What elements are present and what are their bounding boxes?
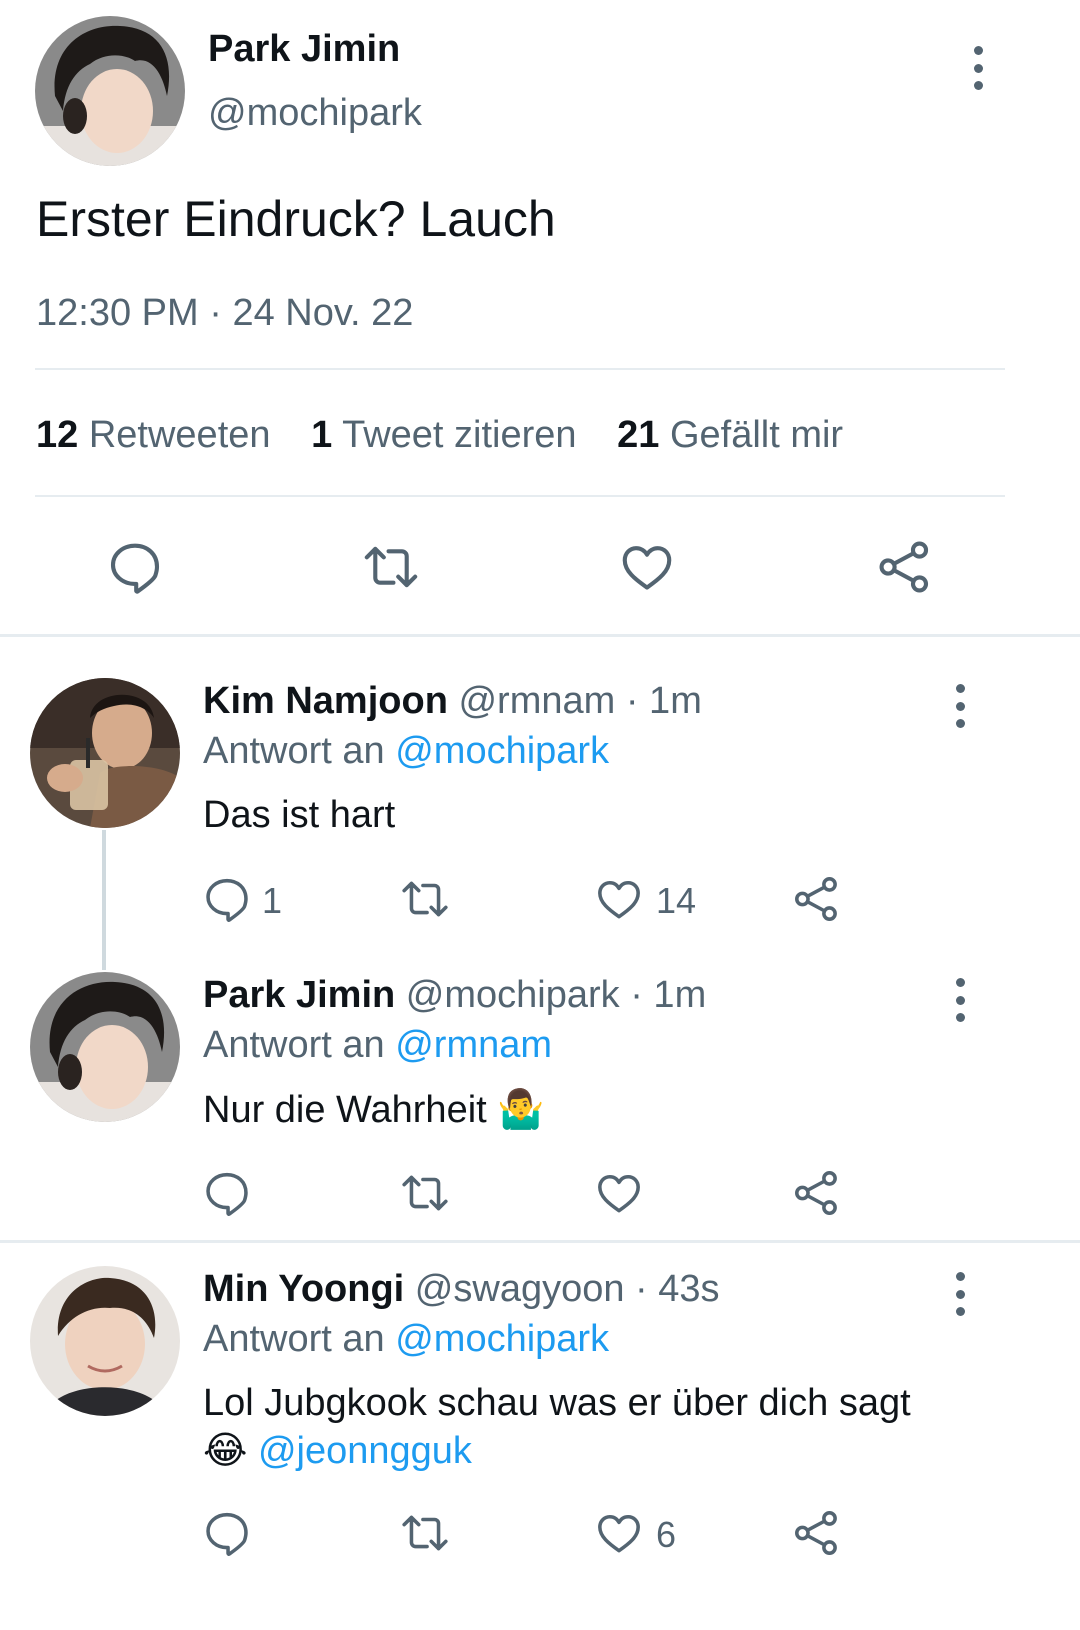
tweet-timestamp: 12:30 PM · 24 Nov. 22 — [36, 292, 413, 335]
like-icon[interactable] — [594, 1508, 644, 1558]
reply-time: · 1m — [630, 974, 707, 1016]
reply-count: 1 — [262, 880, 283, 921]
like-icon[interactable] — [594, 1168, 644, 1218]
author-handle[interactable]: @swagyoon — [415, 1268, 625, 1310]
reply-to-link[interactable]: @rmnam — [395, 1024, 552, 1066]
reply-time: · 43s — [635, 1268, 720, 1310]
more-options-icon[interactable] — [968, 46, 988, 90]
reply-text: Das ist hart — [203, 794, 396, 836]
quotes-stat[interactable]: 1 Tweet zitieren — [311, 414, 587, 456]
divider — [35, 495, 1005, 497]
divider — [0, 634, 1080, 637]
retweet-icon[interactable] — [400, 1168, 450, 1218]
mention-link[interactable]: @jeonngguk — [258, 1430, 472, 1472]
author-name[interactable]: Park Jimin — [203, 974, 395, 1016]
author-name[interactable]: Kim Namjoon — [203, 680, 448, 722]
likes-label: Gefällt mir — [669, 414, 844, 456]
retweets-stat[interactable]: 12 Retweeten — [36, 414, 281, 456]
retweet-icon[interactable] — [400, 874, 450, 924]
tweet-text: Erster Eindruck? Lauch — [36, 191, 556, 247]
avatar[interactable] — [35, 16, 185, 166]
avatar[interactable] — [30, 972, 180, 1122]
more-options-icon[interactable] — [950, 684, 970, 728]
reply-to-line: Antwort an @rmnam — [203, 1024, 552, 1067]
author-handle[interactable]: @mochipark — [208, 92, 422, 135]
reply-to-line: Antwort an @mochipark — [203, 730, 609, 773]
share-icon[interactable] — [876, 538, 934, 596]
reply-text: Lol Jubgkook schau was er über dich sagt — [203, 1382, 911, 1424]
retweets-label: Retweeten — [88, 414, 271, 456]
reply-icon[interactable] — [202, 1508, 252, 1558]
quotes-count: 1 — [311, 414, 333, 456]
quotes-label: Tweet zitieren — [342, 414, 577, 456]
more-options-icon[interactable] — [950, 1272, 970, 1316]
author-handle[interactable]: @rmnam — [458, 680, 615, 722]
avatar-image — [30, 1266, 180, 1416]
reply-icon[interactable] — [202, 1168, 252, 1218]
share-icon[interactable] — [792, 1508, 842, 1558]
reply-header: Min Yoongi @swagyoon · 43s — [203, 1268, 720, 1311]
retweet-icon[interactable] — [362, 538, 420, 596]
more-options-icon[interactable] — [950, 978, 970, 1022]
shrug-emoji: 🤷‍♂️ — [497, 1089, 545, 1131]
share-icon[interactable] — [792, 874, 842, 924]
reply-icon[interactable] — [202, 874, 252, 924]
avatar-image — [30, 678, 180, 828]
reply-header: Kim Namjoon @rmnam · 1m — [203, 680, 702, 723]
reply-to-line: Antwort an @mochipark — [203, 1318, 609, 1361]
reply-body: Nur die Wahrheit 🤷‍♂️ — [203, 1088, 545, 1132]
thread-line — [102, 830, 106, 970]
reply-prefix: Antwort an — [203, 1318, 385, 1360]
reply-prefix: Antwort an — [203, 1024, 385, 1066]
tweet-date: 24 Nov. 22 — [232, 292, 414, 334]
avatar-image — [30, 972, 180, 1122]
like-icon[interactable] — [618, 538, 676, 596]
retweets-count: 12 — [36, 414, 79, 456]
avatar[interactable] — [30, 678, 180, 828]
tweet-time: 12:30 PM — [36, 292, 199, 334]
reply-prefix: Antwort an — [203, 730, 385, 772]
reply-icon[interactable] — [106, 538, 164, 596]
like-count: 6 — [656, 1514, 677, 1555]
timestamp-separator: · — [209, 292, 222, 334]
like-count: 14 — [656, 880, 697, 921]
share-icon[interactable] — [792, 1168, 842, 1218]
reply-text: Nur die Wahrheit — [203, 1089, 487, 1131]
avatar-image — [35, 16, 185, 166]
avatar[interactable] — [30, 1266, 180, 1416]
author-handle[interactable]: @mochipark — [406, 974, 620, 1016]
retweet-icon[interactable] — [400, 1508, 450, 1558]
reply-to-link[interactable]: @mochipark — [395, 730, 609, 772]
likes-stat[interactable]: 21 Gefällt mir — [617, 414, 843, 456]
tweet-stats: 12 Retweeten 1 Tweet zitieren 21 Gefällt… — [36, 414, 843, 457]
reply-header: Park Jimin @mochipark · 1m — [203, 974, 706, 1017]
author-name[interactable]: Park Jimin — [208, 28, 400, 71]
author-name[interactable]: Min Yoongi — [203, 1268, 404, 1310]
like-icon[interactable] — [594, 874, 644, 924]
likes-count: 21 — [617, 414, 660, 456]
divider — [35, 368, 1005, 370]
divider — [0, 1240, 1080, 1243]
reply-body-second-line: 😂 @jeonngguk — [203, 1428, 472, 1473]
reply-time: · 1m — [625, 680, 702, 722]
laughing-emoji: 😂 — [203, 1430, 248, 1472]
reply-to-link[interactable]: @mochipark — [395, 1318, 609, 1360]
